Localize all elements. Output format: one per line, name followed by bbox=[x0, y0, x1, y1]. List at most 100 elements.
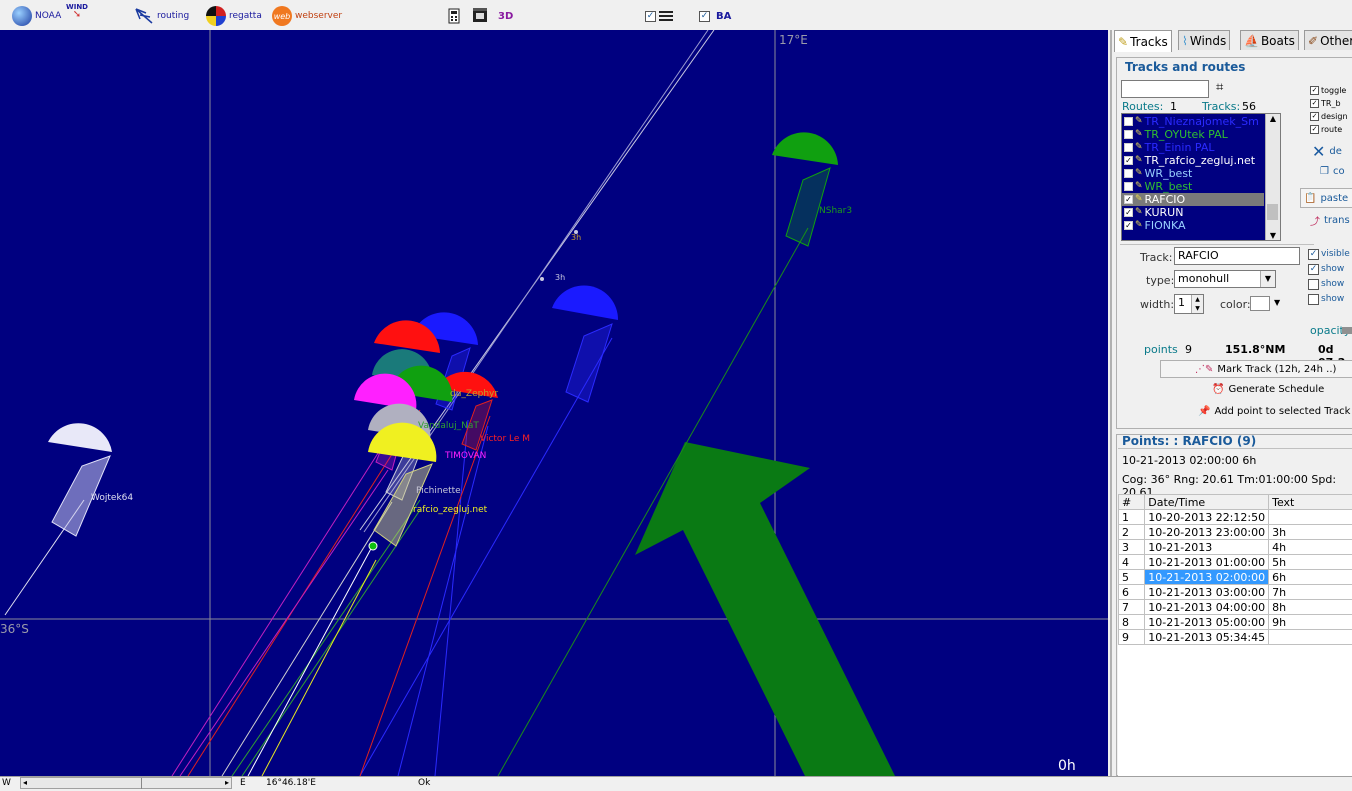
three-d-button[interactable]: 3D bbox=[498, 5, 513, 27]
scroll-right-icon[interactable]: ▸ bbox=[225, 778, 229, 787]
transform-button[interactable]: ⤴trans bbox=[1310, 213, 1350, 228]
boat-label-du-zephyr[interactable]: du_Zephyr bbox=[450, 389, 498, 399]
boat-label-pichinette[interactable]: Pichinette bbox=[416, 486, 461, 496]
track-search-input[interactable] bbox=[1121, 80, 1209, 98]
ba-toggle[interactable]: ✓ BA bbox=[699, 5, 731, 27]
wind-button[interactable]: WIND ➘ bbox=[66, 3, 88, 25]
scroll-thumb[interactable] bbox=[1267, 204, 1278, 220]
paste-button[interactable]: 📋paste bbox=[1300, 188, 1352, 208]
table-row[interactable]: 810-21-2013 05:00:009h bbox=[1119, 615, 1352, 630]
width-stepper[interactable]: 1 ▲▼ bbox=[1174, 294, 1204, 314]
point-number-cell: 3 bbox=[1119, 540, 1145, 555]
option-trb[interactable]: ✓TR_b bbox=[1310, 97, 1352, 110]
stepper-arrows-icon[interactable]: ▲▼ bbox=[1191, 295, 1203, 313]
track-list-item[interactable]: ✓✎FIONKA bbox=[1122, 219, 1264, 232]
ba-checkbox[interactable]: ✓ bbox=[699, 11, 710, 22]
table-row[interactable]: 710-21-2013 04:00:008h bbox=[1119, 600, 1352, 615]
track-list-item[interactable]: ✎WR_best bbox=[1122, 167, 1264, 180]
table-row[interactable]: 210-20-2013 23:00:003h bbox=[1119, 525, 1352, 540]
pin-icon: 📌 bbox=[1198, 406, 1210, 417]
visibility-label: show bbox=[1321, 293, 1344, 306]
track-list-item[interactable]: ✓✎TR_rafcio_zegluj.net bbox=[1122, 154, 1264, 167]
boat-label-wojtek64[interactable]: Wojtek64 bbox=[91, 493, 133, 503]
horizontal-scrollbar[interactable]: ◂ ▸ bbox=[20, 777, 232, 789]
track-list-item[interactable]: ✎TR_OYUtek PAL bbox=[1122, 128, 1264, 141]
visibility-checkbox[interactable] bbox=[1308, 279, 1319, 290]
visibility-option[interactable]: ✓visible bbox=[1308, 247, 1352, 262]
type-select[interactable]: monohull ▼ bbox=[1174, 270, 1276, 288]
webserver-button[interactable]: web webserver bbox=[272, 5, 342, 27]
routing-icon bbox=[134, 7, 154, 25]
track-list-item[interactable]: ✎WR_best bbox=[1122, 180, 1264, 193]
boat-label-nshar3[interactable]: NShar3 bbox=[819, 206, 852, 216]
generate-schedule-button[interactable]: ⏰Generate Schedule bbox=[1212, 384, 1324, 395]
scroll-left-icon[interactable]: ◂ bbox=[23, 778, 27, 787]
visibility-checkbox[interactable]: ✓ bbox=[1308, 264, 1319, 275]
noaa-button[interactable]: NOAA bbox=[12, 5, 61, 27]
visibility-option[interactable]: show bbox=[1308, 292, 1352, 307]
track-list-item[interactable]: ✎TR_Einin PAL bbox=[1122, 141, 1264, 154]
track-list-item[interactable]: ✓✎RAFCIO bbox=[1122, 193, 1264, 206]
table-row[interactable]: 510-21-2013 02:00:006h bbox=[1119, 570, 1352, 585]
film-button[interactable] bbox=[472, 5, 488, 27]
table-row[interactable]: 910-21-2013 05:34:45 bbox=[1119, 630, 1352, 645]
tab-other[interactable]: ✐Other bbox=[1304, 30, 1352, 50]
tab-tracks[interactable]: ✎Tracks bbox=[1114, 30, 1172, 52]
point-text-cell: 6h bbox=[1269, 570, 1352, 585]
column-header-number[interactable]: # bbox=[1119, 495, 1145, 510]
boat-label-rafcio[interactable]: rafcio_zegluj.net bbox=[413, 505, 487, 515]
table-row[interactable]: 310-21-20134h bbox=[1119, 540, 1352, 555]
calculator-icon bbox=[448, 8, 460, 24]
color-swatch[interactable] bbox=[1250, 296, 1270, 311]
track-visible-checkbox[interactable] bbox=[1124, 143, 1133, 152]
chevron-down-icon[interactable]: ▼ bbox=[1260, 271, 1275, 287]
layers-toggle[interactable]: ✓ bbox=[645, 5, 673, 27]
track-visible-checkbox[interactable]: ✓ bbox=[1124, 221, 1133, 230]
routing-button[interactable]: routing bbox=[134, 5, 189, 27]
color-dropdown-icon[interactable]: ▼ bbox=[1274, 298, 1280, 307]
column-header-text[interactable]: Text bbox=[1269, 495, 1352, 510]
listbox-scrollbar[interactable]: ▲ ▼ bbox=[1265, 114, 1280, 240]
tab-winds[interactable]: ⌇Winds bbox=[1178, 30, 1230, 50]
track-visible-checkbox[interactable] bbox=[1124, 130, 1133, 139]
track-list-item-label: TR_rafcio_zegluj.net bbox=[1145, 154, 1256, 167]
track-list-item[interactable]: ✎TR_Nieznajomek_Sm bbox=[1122, 115, 1264, 128]
visibility-option[interactable]: show bbox=[1308, 277, 1352, 292]
chart-map[interactable]: 17°E 36°S 0h NShar3 Wojtek64 Victor Le M… bbox=[0, 30, 1108, 776]
scroll-up-icon[interactable]: ▲ bbox=[1266, 114, 1280, 123]
visibility-option[interactable]: ✓show bbox=[1308, 262, 1352, 277]
regatta-button[interactable]: regatta bbox=[206, 5, 262, 27]
option-design[interactable]: ✓design bbox=[1310, 110, 1352, 123]
visibility-checkbox[interactable] bbox=[1308, 294, 1319, 305]
opacity-slider[interactable] bbox=[1342, 327, 1352, 334]
track-list-item[interactable]: ✓✎KURUN bbox=[1122, 206, 1264, 219]
mark-track-button[interactable]: ⋰✎Mark Track (12h, 24h ..) bbox=[1160, 360, 1352, 378]
track-visible-checkbox[interactable]: ✓ bbox=[1124, 156, 1133, 165]
delete-button[interactable]: ✕de bbox=[1312, 142, 1342, 161]
option-route[interactable]: ✓route bbox=[1310, 123, 1352, 136]
track-visible-checkbox[interactable] bbox=[1124, 169, 1133, 178]
boat-label-vandal[interactable]: Vandaluj_NaT bbox=[418, 421, 479, 431]
tab-boats[interactable]: ⛵Boats bbox=[1240, 30, 1299, 50]
track-listbox[interactable]: ✎TR_Nieznajomek_Sm✎TR_OYUtek PAL✎TR_Eini… bbox=[1121, 113, 1281, 241]
table-row[interactable]: 410-21-2013 01:00:005h bbox=[1119, 555, 1352, 570]
track-visible-checkbox[interactable]: ✓ bbox=[1124, 208, 1133, 217]
scroll-down-icon[interactable]: ▼ bbox=[1266, 231, 1280, 240]
binoculars-icon[interactable]: ⌗ bbox=[1216, 80, 1223, 95]
track-visible-checkbox[interactable]: ✓ bbox=[1124, 195, 1133, 204]
copy-button[interactable]: ❐co bbox=[1320, 166, 1345, 177]
boat-label-victor[interactable]: Victor Le M bbox=[480, 434, 530, 444]
option-toggle[interactable]: ✓toggle bbox=[1310, 84, 1352, 97]
boat-label-timovan[interactable]: TIMOVAN bbox=[445, 451, 486, 461]
table-row[interactable]: 610-21-2013 03:00:007h bbox=[1119, 585, 1352, 600]
visibility-checkbox[interactable]: ✓ bbox=[1308, 249, 1319, 260]
calculator-button[interactable] bbox=[448, 5, 460, 27]
add-point-button[interactable]: 📌Add point to selected Track bbox=[1198, 406, 1350, 417]
track-visible-checkbox[interactable] bbox=[1124, 117, 1133, 126]
table-row[interactable]: 110-20-2013 22:12:50 bbox=[1119, 510, 1352, 525]
points-table-container[interactable]: # Date/Time Text 110-20-2013 22:12:50210… bbox=[1118, 494, 1352, 776]
layers-checkbox[interactable]: ✓ bbox=[645, 11, 656, 22]
track-name-field[interactable]: RAFCIO bbox=[1174, 247, 1300, 265]
track-visible-checkbox[interactable] bbox=[1124, 182, 1133, 191]
column-header-datetime[interactable]: Date/Time bbox=[1145, 495, 1269, 510]
